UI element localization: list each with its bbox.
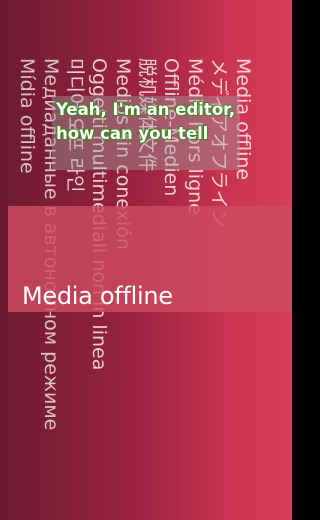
label-portuguese: Mídia offline (16, 58, 38, 174)
meme-caption: Yeah, I'm an editor, how can you tell (56, 100, 236, 144)
media-offline-banner-text: Media offline (22, 282, 173, 310)
video-frame: Media offline メディアオフライン Média hors ligne… (0, 0, 292, 520)
